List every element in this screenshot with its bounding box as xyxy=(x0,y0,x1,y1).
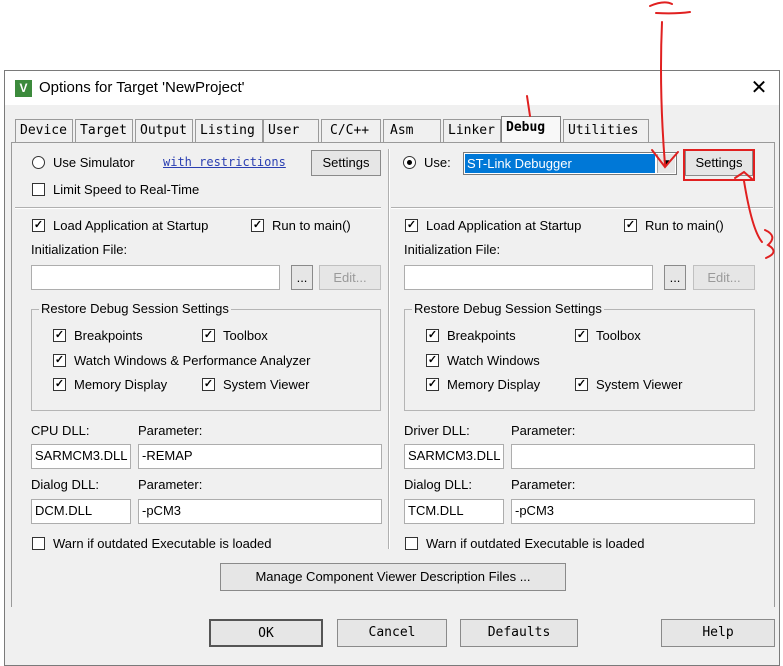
memory-display-label-right: Memory Display xyxy=(447,377,541,392)
toolbox-checkbox-right[interactable]: ✓ xyxy=(575,329,588,342)
tab-asm[interactable]: Asm xyxy=(383,119,441,142)
chevron-down-icon[interactable]: ▼ xyxy=(657,154,675,173)
tab-linker[interactable]: Linker xyxy=(443,119,501,142)
watch-windows-label: Watch Windows & Performance Analyzer xyxy=(74,353,311,368)
memory-display-label: Memory Display xyxy=(74,377,168,392)
breakpoints-checkbox-right[interactable]: ✓ xyxy=(426,329,439,342)
driver-dll-parameter-field[interactable] xyxy=(511,444,755,469)
driver-dll-parameter-label: Parameter: xyxy=(511,423,576,438)
use-simulator-label: Use Simulator xyxy=(53,155,135,170)
toolbox-label: Toolbox xyxy=(223,328,268,343)
simulator-settings-button[interactable]: Settings xyxy=(311,150,381,176)
options-dialog: V Options for Target 'NewProject' ✕ Devi… xyxy=(4,70,780,666)
driver-dll-label: Driver DLL: xyxy=(404,423,470,438)
title-bar: V Options for Target 'NewProject' ✕ xyxy=(5,71,779,105)
defaults-button[interactable]: Defaults xyxy=(460,619,578,647)
warn-outdated-checkbox-right[interactable] xyxy=(405,537,418,550)
right-separator xyxy=(391,207,773,209)
keil-app-icon: V xyxy=(15,80,32,97)
load-app-label: Load Application at Startup xyxy=(53,218,209,233)
dialog-dll-label: Dialog DLL: xyxy=(31,477,99,492)
init-file-browse-button[interactable]: ... xyxy=(291,265,313,290)
use-debugger-radio[interactable] xyxy=(403,156,416,169)
limit-speed-label: Limit Speed to Real-Time xyxy=(53,182,200,197)
load-app-checkbox-right[interactable]: ✓ xyxy=(405,219,418,232)
dialog-dll-parameter-field[interactable]: -pCM3 xyxy=(138,499,382,524)
run-to-main-checkbox-right[interactable]: ✓ xyxy=(624,219,637,232)
manage-component-viewer-button[interactable]: Manage Component Viewer Description File… xyxy=(220,563,566,591)
watch-windows-label-right: Watch Windows xyxy=(447,353,540,368)
run-to-main-checkbox[interactable]: ✓ xyxy=(251,219,264,232)
system-viewer-checkbox[interactable]: ✓ xyxy=(202,378,215,391)
window-title: Options for Target 'NewProject' xyxy=(39,79,245,96)
run-to-main-label-right: Run to main() xyxy=(645,218,724,233)
dialog-dll-label-right: Dialog DLL: xyxy=(404,477,472,492)
annotation-number-2 xyxy=(649,1,691,15)
restore-settings-title-right: Restore Debug Session Settings xyxy=(412,301,604,316)
run-to-main-label: Run to main() xyxy=(272,218,351,233)
use-label: Use: xyxy=(424,155,451,170)
debugger-select[interactable]: ST-Link Debugger ▼ xyxy=(463,152,677,175)
tab-listing[interactable]: Listing xyxy=(195,119,263,142)
system-viewer-label-right: System Viewer xyxy=(596,377,683,392)
init-file-field[interactable] xyxy=(31,265,280,290)
tab-output[interactable]: Output xyxy=(135,119,193,142)
panel-divider xyxy=(388,149,390,549)
cpu-dll-label: CPU DLL: xyxy=(31,423,90,438)
left-separator xyxy=(15,207,381,209)
tab-target[interactable]: Target xyxy=(75,119,133,142)
driver-dll-field[interactable]: SARMCM3.DLL xyxy=(404,444,504,469)
load-app-label-right: Load Application at Startup xyxy=(426,218,582,233)
tab-c-cpp[interactable]: C/C++ xyxy=(321,119,381,142)
breakpoints-label-right: Breakpoints xyxy=(447,328,516,343)
init-file-label-right: Initialization File: xyxy=(404,242,501,257)
cpu-dll-parameter-field[interactable]: -REMAP xyxy=(138,444,382,469)
debugger-settings-button[interactable]: Settings xyxy=(685,150,753,176)
breakpoints-label: Breakpoints xyxy=(74,328,143,343)
tab-user[interactable]: User xyxy=(263,119,319,142)
cpu-dll-field[interactable]: SARMCM3.DLL xyxy=(31,444,131,469)
restore-settings-title: Restore Debug Session Settings xyxy=(39,301,231,316)
init-file-edit-button[interactable]: Edit... xyxy=(319,265,381,290)
load-app-checkbox[interactable]: ✓ xyxy=(32,219,45,232)
init-file-label: Initialization File: xyxy=(31,242,128,257)
warn-outdated-label: Warn if outdated Executable is loaded xyxy=(53,536,272,551)
system-viewer-label: System Viewer xyxy=(223,377,310,392)
memory-display-checkbox[interactable]: ✓ xyxy=(53,378,66,391)
dialog-dll-field-right[interactable]: TCM.DLL xyxy=(404,499,504,524)
help-button[interactable]: Help xyxy=(661,619,775,647)
use-simulator-radio[interactable] xyxy=(32,156,45,169)
toolbox-checkbox[interactable]: ✓ xyxy=(202,329,215,342)
limit-speed-checkbox[interactable] xyxy=(32,183,45,196)
dialog-dll-field[interactable]: DCM.DLL xyxy=(31,499,131,524)
cancel-button[interactable]: Cancel xyxy=(337,619,447,647)
warn-outdated-label-right: Warn if outdated Executable is loaded xyxy=(426,536,645,551)
tab-device[interactable]: Device xyxy=(15,119,73,142)
warn-outdated-checkbox[interactable] xyxy=(32,537,45,550)
init-file-field-right[interactable] xyxy=(404,265,653,290)
dialog-dll-parameter-label-right: Parameter: xyxy=(511,477,576,492)
with-restrictions-link[interactable]: with restrictions xyxy=(163,155,286,169)
tab-utilities[interactable]: Utilities xyxy=(563,119,649,142)
dialog-dll-parameter-label: Parameter: xyxy=(138,477,203,492)
ok-button[interactable]: OK xyxy=(209,619,323,647)
debugger-select-value: ST-Link Debugger xyxy=(465,154,655,173)
watch-windows-checkbox[interactable]: ✓ xyxy=(53,354,66,367)
system-viewer-checkbox-right[interactable]: ✓ xyxy=(575,378,588,391)
toolbox-label-right: Toolbox xyxy=(596,328,641,343)
dialog-dll-parameter-field-right[interactable]: -pCM3 xyxy=(511,499,755,524)
breakpoints-checkbox[interactable]: ✓ xyxy=(53,329,66,342)
tab-debug[interactable]: Debug xyxy=(501,116,561,143)
init-file-browse-button-right[interactable]: ... xyxy=(664,265,686,290)
watch-windows-checkbox-right[interactable]: ✓ xyxy=(426,354,439,367)
memory-display-checkbox-right[interactable]: ✓ xyxy=(426,378,439,391)
close-icon[interactable]: ✕ xyxy=(745,75,773,101)
init-file-edit-button-right[interactable]: Edit... xyxy=(693,265,755,290)
cpu-dll-parameter-label: Parameter: xyxy=(138,423,203,438)
